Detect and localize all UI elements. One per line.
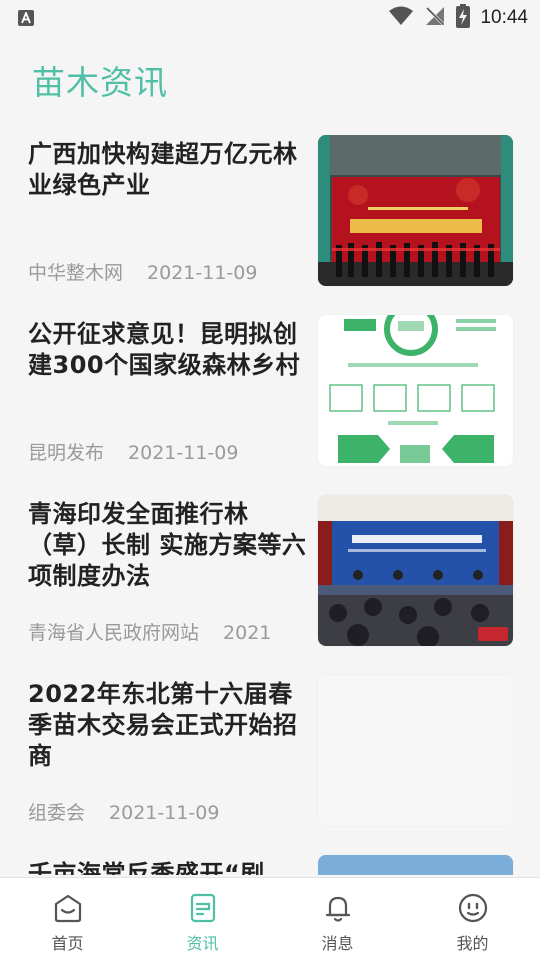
news-thumbnail-press-conference [318,495,513,646]
news-date: 2021-11-09 [109,802,220,824]
news-title: 公开征求意见！昆明拟创建300个国家级森林乡村 [28,320,301,379]
news-list[interactable]: 广西加快构建超万亿元林业绿色产业 中华整木网 2021-11-09 公开征求意见… [0,135,540,875]
nav-label: 资讯 [186,934,219,953]
news-thumbnail-infographic [318,315,513,466]
nav-label: 消息 [321,934,354,953]
news-item[interactable]: 广西加快构建超万亿元林业绿色产业 中华整木网 2021-11-09 [0,135,540,286]
news-item[interactable]: 公开征求意见！昆明拟创建300个国家级森林乡村 昆明发布 2021-11-09 [0,315,540,466]
news-date: 2021-11-09 [147,262,258,284]
news-item[interactable]: 2022年东北第十六届春季苗木交易会正式开始招商 组委会 2021-11-09 [0,675,540,826]
a-notification-icon [18,10,34,26]
news-item[interactable]: 千亩海棠反季盛开“剧 [0,855,540,875]
status-bar: 10:44 [0,0,540,36]
wifi-icon [388,6,414,30]
news-meta: 组委会 2021-11-09 [28,798,298,825]
battery-charging-icon [456,4,471,32]
bell-icon [322,892,354,928]
news-icon [187,892,219,928]
signal-off-icon [424,5,446,31]
nav-item-news[interactable]: 资讯 [135,878,270,960]
nav-label: 我的 [456,934,489,953]
news-item[interactable]: 青海印发全面推行林（草）长制 实施方案等六项制度办法 青海省人民政府网站 2021 [0,495,540,646]
smiley-profile-icon [457,892,489,928]
news-source: 中华整木网 [28,262,124,284]
news-source: 青海省人民政府网站 [28,622,200,644]
news-title: 青海印发全面推行林（草）长制 实施方案等六项制度办法 [28,500,307,590]
news-title: 2022年东北第十六届春季苗木交易会正式开始招商 [28,680,298,770]
news-meta: 青海省人民政府网站 2021 [28,618,298,645]
home-icon [52,892,84,928]
news-title: 千亩海棠反季盛开“剧 [28,860,265,875]
news-thumbnail-placeholder [318,675,513,826]
news-source: 组委会 [28,802,86,824]
page-title: 苗木资讯 [32,63,168,102]
nav-label: 首页 [51,934,84,953]
bottom-nav: 首页 资讯 消息 我的 [0,877,540,960]
news-source: 昆明发布 [28,442,105,464]
news-date: 2021 [223,622,272,644]
nav-item-profile[interactable]: 我的 [405,878,540,960]
nav-item-home[interactable]: 首页 [0,878,135,960]
news-thumbnail-expo-photo [318,135,513,286]
news-date: 2021-11-09 [128,442,239,464]
status-time: 10:44 [480,7,528,28]
news-thumbnail-sky-photo [318,855,513,875]
news-title: 广西加快构建超万亿元林业绿色产业 [28,140,298,199]
news-meta: 昆明发布 2021-11-09 [28,438,298,465]
news-meta: 中华整木网 2021-11-09 [28,258,298,285]
nav-item-messages[interactable]: 消息 [270,878,405,960]
